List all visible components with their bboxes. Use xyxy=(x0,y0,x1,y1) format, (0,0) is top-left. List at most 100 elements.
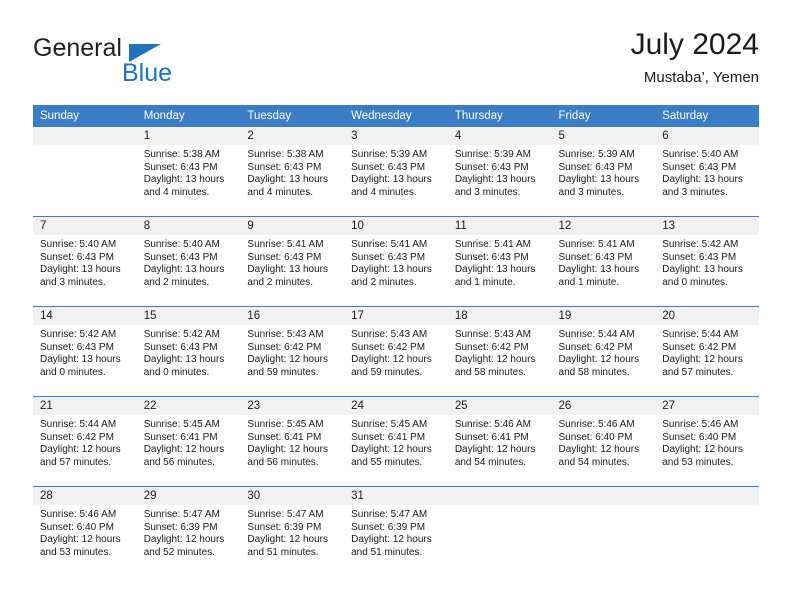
calendar-day-cell[interactable]: 22 Sunrise: 5:45 AM Sunset: 6:41 PM Dayligh… xyxy=(136,397,241,486)
calendar-day-cell[interactable]: 11 Sunrise: 5:41 AM Sunset: 6:43 PM Dayligh… xyxy=(447,217,552,306)
day-details: Sunrise: 5:39 AM Sunset: 6:43 PM Daylight:… xyxy=(448,145,552,199)
calendar-day-cell[interactable]: 15 Sunrise: 5:42 AM Sunset: 6:43 PM Dayligh… xyxy=(136,307,241,396)
calendar-day-cell[interactable]: 12 Sunrise: 5:41 AM Sunset: 6:43 PM Dayligh… xyxy=(551,217,656,306)
calendar-day-cell[interactable]: 27 Sunrise: 5:46 AM Sunset: 6:40 PM Dayligh… xyxy=(655,397,759,486)
calendar-day-cell[interactable]: 8 Sunrise: 5:40 AM Sunset: 6:43 PM Daylight… xyxy=(136,217,241,306)
sunset-text: Sunset: 6:43 PM xyxy=(351,161,426,173)
daylight-text: Daylight: 12 hours xyxy=(247,534,329,546)
day-number: 7 xyxy=(33,217,137,235)
daylight-text: Daylight: 12 hours xyxy=(558,444,640,456)
calendar-day-cell[interactable]: 26 Sunrise: 5:46 AM Sunset: 6:40 PM Dayligh… xyxy=(551,397,656,486)
calendar-day-cell-empty xyxy=(447,487,552,576)
calendar-day-cell[interactable]: 6 Sunrise: 5:40 AM Sunset: 6:43 PM Daylight… xyxy=(655,127,759,216)
day-number: 19 xyxy=(551,307,656,325)
calendar-day-cell[interactable]: 9 Sunrise: 5:41 AM Sunset: 6:43 PM Daylight… xyxy=(240,217,345,306)
daylight-text: and 0 minutes. xyxy=(662,276,728,288)
sunrise-text: Sunrise: 5:44 AM xyxy=(662,329,739,340)
sunrise-text: Sunrise: 5:40 AM xyxy=(143,239,220,250)
sunset-text: Sunset: 6:43 PM xyxy=(247,161,322,173)
day-details: Sunrise: 5:42 AM Sunset: 6:43 PM Daylight:… xyxy=(33,325,137,379)
calendar-day-cell[interactable]: 25 Sunrise: 5:46 AM Sunset: 6:41 PM Dayligh… xyxy=(447,397,552,486)
daylight-text: Daylight: 12 hours xyxy=(247,354,329,366)
day-details: Sunrise: 5:45 AM Sunset: 6:41 PM Daylight:… xyxy=(240,415,344,469)
calendar-day-cell[interactable]: 14 Sunrise: 5:42 AM Sunset: 6:43 PM Dayligh… xyxy=(33,307,137,396)
day-number: 23 xyxy=(240,397,345,415)
day-number: 3 xyxy=(344,127,448,145)
calendar-day-cell[interactable]: 31 Sunrise: 5:47 AM Sunset: 6:39 PM Dayligh… xyxy=(344,487,448,576)
day-number xyxy=(551,487,656,505)
brand-logo[interactable]: General Blue xyxy=(33,34,253,92)
weekday-header-tuesday: Tuesday xyxy=(240,105,345,127)
calendar-day-cell[interactable]: 28 Sunrise: 5:46 AM Sunset: 6:40 PM Dayligh… xyxy=(33,487,137,576)
daylight-text: and 3 minutes. xyxy=(662,186,728,198)
day-details xyxy=(655,505,759,509)
daylight-text: Daylight: 13 hours xyxy=(558,264,640,276)
daylight-text: and 2 minutes. xyxy=(247,276,314,288)
day-details: Sunrise: 5:44 AM Sunset: 6:42 PM Daylight:… xyxy=(655,325,759,379)
weekday-header-saturday: Saturday xyxy=(655,105,759,127)
daylight-text: and 3 minutes. xyxy=(454,186,521,198)
sunrise-text: Sunrise: 5:39 AM xyxy=(454,149,531,160)
calendar-day-cell[interactable]: 16 Sunrise: 5:43 AM Sunset: 6:42 PM Dayligh… xyxy=(240,307,345,396)
calendar-day-cell[interactable]: 3 Sunrise: 5:39 AM Sunset: 6:43 PM Daylight… xyxy=(344,127,448,216)
calendar-week-row: 21 Sunrise: 5:44 AM Sunset: 6:42 PM Dayligh… xyxy=(33,396,759,487)
daylight-text: Daylight: 12 hours xyxy=(454,444,536,456)
calendar-week-row: 28 Sunrise: 5:46 AM Sunset: 6:40 PM Dayligh… xyxy=(33,486,759,576)
calendar-day-cell[interactable]: 13 Sunrise: 5:42 AM Sunset: 6:43 PM Dayligh… xyxy=(655,217,759,306)
day-number xyxy=(655,487,759,505)
day-details: Sunrise: 5:39 AM Sunset: 6:43 PM Daylight:… xyxy=(344,145,448,199)
sunset-text: Sunset: 6:39 PM xyxy=(351,521,426,533)
sunset-text: Sunset: 6:43 PM xyxy=(662,251,737,263)
day-details: Sunrise: 5:47 AM Sunset: 6:39 PM Daylight:… xyxy=(344,505,448,559)
daylight-text: and 56 minutes. xyxy=(247,456,319,468)
sunset-text: Sunset: 6:43 PM xyxy=(40,251,114,263)
calendar-day-cell[interactable]: 5 Sunrise: 5:39 AM Sunset: 6:43 PM Daylight… xyxy=(551,127,656,216)
daylight-text: Daylight: 13 hours xyxy=(558,174,640,186)
sunrise-text: Sunrise: 5:40 AM xyxy=(662,149,739,160)
day-number: 16 xyxy=(240,307,345,325)
calendar-day-cell[interactable]: 30 Sunrise: 5:47 AM Sunset: 6:39 PM Dayligh… xyxy=(240,487,345,576)
sunrise-text: Sunrise: 5:42 AM xyxy=(143,329,220,340)
weekday-header-monday: Monday xyxy=(136,105,241,127)
day-details: Sunrise: 5:44 AM Sunset: 6:42 PM Daylight:… xyxy=(33,415,137,469)
daylight-text: Daylight: 12 hours xyxy=(662,444,743,456)
sunset-text: Sunset: 6:41 PM xyxy=(247,431,322,443)
daylight-text: Daylight: 13 hours xyxy=(351,174,432,186)
daylight-text: Daylight: 13 hours xyxy=(247,174,329,186)
sunrise-text: Sunrise: 5:38 AM xyxy=(143,149,220,160)
calendar-day-cell[interactable]: 7 Sunrise: 5:40 AM Sunset: 6:43 PM Daylight… xyxy=(33,217,137,306)
brand-name-blue: Blue xyxy=(122,59,173,87)
calendar-day-cell[interactable]: 24 Sunrise: 5:45 AM Sunset: 6:41 PM Dayligh… xyxy=(344,397,448,486)
calendar-day-cell[interactable]: 2 Sunrise: 5:38 AM Sunset: 6:43 PM Daylight… xyxy=(240,127,345,216)
calendar-day-cell[interactable]: 10 Sunrise: 5:41 AM Sunset: 6:43 PM Dayligh… xyxy=(344,217,448,306)
day-number: 13 xyxy=(655,217,759,235)
calendar-day-cell[interactable]: 20 Sunrise: 5:44 AM Sunset: 6:42 PM Dayligh… xyxy=(655,307,759,396)
weekday-header-wednesday: Wednesday xyxy=(344,105,448,127)
day-number: 28 xyxy=(33,487,137,505)
day-details: Sunrise: 5:43 AM Sunset: 6:42 PM Daylight:… xyxy=(240,325,344,379)
daylight-text: Daylight: 13 hours xyxy=(662,264,743,276)
day-number: 27 xyxy=(655,397,759,415)
day-details: Sunrise: 5:40 AM Sunset: 6:43 PM Daylight:… xyxy=(137,235,241,289)
calendar-day-cell[interactable]: 4 Sunrise: 5:39 AM Sunset: 6:43 PM Daylight… xyxy=(447,127,552,216)
calendar-day-cell[interactable]: 29 Sunrise: 5:47 AM Sunset: 6:39 PM Dayligh… xyxy=(136,487,241,576)
calendar-day-cell[interactable]: 1 Sunrise: 5:38 AM Sunset: 6:43 PM Daylight… xyxy=(136,127,241,216)
calendar-day-cell[interactable]: 19 Sunrise: 5:44 AM Sunset: 6:42 PM Dayligh… xyxy=(551,307,656,396)
sunset-text: Sunset: 6:43 PM xyxy=(40,341,114,353)
day-details: Sunrise: 5:41 AM Sunset: 6:43 PM Daylight:… xyxy=(552,235,656,289)
daylight-text: Daylight: 12 hours xyxy=(143,534,225,546)
calendar-day-cell[interactable]: 21 Sunrise: 5:44 AM Sunset: 6:42 PM Dayligh… xyxy=(33,397,137,486)
daylight-text: Daylight: 12 hours xyxy=(351,354,432,366)
calendar-day-cell[interactable]: 17 Sunrise: 5:43 AM Sunset: 6:42 PM Dayligh… xyxy=(344,307,448,396)
sunrise-text: Sunrise: 5:41 AM xyxy=(558,239,635,250)
day-details xyxy=(448,505,552,509)
calendar-day-cell[interactable]: 23 Sunrise: 5:45 AM Sunset: 6:41 PM Dayligh… xyxy=(240,397,345,486)
calendar-day-cell-empty xyxy=(655,487,759,576)
sunset-text: Sunset: 6:42 PM xyxy=(40,431,114,443)
sunset-text: Sunset: 6:43 PM xyxy=(454,251,529,263)
calendar-day-cell[interactable]: 18 Sunrise: 5:43 AM Sunset: 6:42 PM Dayligh… xyxy=(447,307,552,396)
daylight-text: and 52 minutes. xyxy=(143,546,215,558)
sunset-text: Sunset: 6:43 PM xyxy=(143,341,218,353)
sunset-text: Sunset: 6:43 PM xyxy=(454,161,529,173)
brand-name-general: General xyxy=(33,34,122,62)
